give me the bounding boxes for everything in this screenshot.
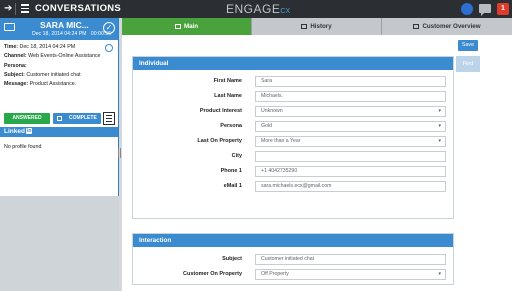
individual-panel: Individual First Name Sara Last Name Mic… <box>132 56 454 219</box>
subject-input[interactable]: Customer initiated chat <box>255 254 446 265</box>
field-row-persona: Persona Gold <box>133 121 453 132</box>
first-name-label: First Name <box>213 78 242 84</box>
chat-icon <box>4 23 15 31</box>
phone-label: Phone 1 <box>220 168 242 174</box>
interaction-panel-title: Interaction <box>133 234 453 247</box>
panel-resize-handle[interactable] <box>118 148 121 158</box>
user-status-avatar[interactable] <box>461 3 473 15</box>
interaction-panel: Interaction Subject Customer initiated c… <box>132 233 454 285</box>
first-name-input[interactable]: Sara <box>255 76 446 87</box>
field-row-first-name: First Name Sara <box>133 76 453 87</box>
email-label: eMail 1 <box>223 183 242 189</box>
field-row-city: City <box>133 151 453 162</box>
individual-panel-title: Individual <box>133 57 453 70</box>
conversation-sidebar: SARA MIC... Dec 18, 2014 04:24 PM 00:00:… <box>0 18 121 291</box>
city-label: City <box>231 153 242 159</box>
app-title: CONVERSATIONS <box>35 3 122 14</box>
tab-main[interactable]: Main <box>122 18 251 35</box>
field-row-subject: Subject Customer initiated chat <box>133 254 453 265</box>
product-interest-select[interactable]: Unknown <box>255 106 446 117</box>
field-row-phone: Phone 1 +1 4042735290 <box>133 166 453 177</box>
conversation-card[interactable]: SARA MIC... Dec 18, 2014 04:24 PM 00:00:… <box>0 18 119 196</box>
answered-button[interactable]: ANSWERED <box>4 113 50 124</box>
persona-label: Persona <box>220 123 242 129</box>
conversation-details: Time: Dec 18, 2014 04:24 PM Channel: Web… <box>4 43 114 89</box>
field-row-email: eMail 1 sara.michaels.ecx@gmail.com <box>133 181 453 192</box>
tab-bar: Main History Customer Overview <box>122 18 512 35</box>
notification-badge[interactable]: 1 <box>497 3 509 15</box>
chat-bubble-icon[interactable] <box>479 4 491 16</box>
email-input[interactable]: sara.michaels.ecx@gmail.com <box>255 181 446 192</box>
back-arrow-icon[interactable]: ➔ <box>4 3 12 15</box>
check-circle-icon[interactable]: ✓ <box>103 22 115 34</box>
main-content: Main History Customer Overview Save Find… <box>122 18 512 291</box>
subject-label: Subject <box>222 256 242 262</box>
tab-customer-overview[interactable]: Customer Overview <box>381 18 512 35</box>
hamburger-menu-icon[interactable] <box>21 4 29 13</box>
tab-history[interactable]: History <box>251 18 381 35</box>
field-row-last-on-property: Last On Property More than a Year <box>133 136 453 147</box>
last-name-label: Last Name <box>214 93 242 99</box>
top-bar: ➔ CONVERSATIONS ENGAGECX 1 <box>0 0 512 18</box>
last-on-property-select[interactable]: More than a Year <box>255 136 446 147</box>
last-on-property-label: Last On Property <box>197 138 242 144</box>
product-interest-label: Product Interest <box>199 108 242 114</box>
calendar-icon <box>57 116 62 121</box>
field-row-product-interest: Product Interest Unknown <box>133 106 453 117</box>
save-button[interactable]: Save <box>458 40 478 51</box>
form-icon <box>174 24 181 29</box>
history-icon <box>301 24 308 29</box>
divider <box>15 3 16 15</box>
detail-time: Time: Dec 18, 2014 04:24 PM <box>4 44 76 50</box>
customer-on-property-select[interactable]: Off Property <box>255 269 446 280</box>
more-options-button[interactable] <box>103 112 115 125</box>
overview-icon <box>413 24 420 29</box>
phone-input[interactable]: +1 4042735290 <box>255 166 446 177</box>
detail-channel: Channel: Web Events-Online Assistance <box>4 53 101 60</box>
linkedin-empty-text: No profile found <box>4 144 42 150</box>
field-row-customer-on-property: Customer On Property Off Property <box>133 269 453 280</box>
linkedin-header: Linked in <box>0 127 118 137</box>
customer-on-property-label: Customer On Property <box>183 271 242 277</box>
field-row-last-name: Last Name Michaels. <box>133 91 453 102</box>
detail-subject: Subject: Customer initiated chat <box>4 71 81 78</box>
linkedin-icon: in <box>25 128 33 134</box>
city-input[interactable] <box>255 151 446 162</box>
find-button[interactable]: Find <box>456 56 480 72</box>
complete-button[interactable]: COMPLETE <box>53 113 101 124</box>
customer-name: SARA MIC... <box>40 20 89 30</box>
conversation-timestamp: Dec 18, 2014 04:24 PM 00:00:56 <box>32 31 112 37</box>
detail-persona: Persona: <box>4 62 27 69</box>
last-name-input[interactable]: Michaels. <box>255 91 446 102</box>
conversation-card-header: SARA MIC... Dec 18, 2014 04:24 PM 00:00:… <box>0 18 118 40</box>
detail-message: Message: Product Assistance. <box>4 81 77 88</box>
persona-select[interactable]: Gold <box>255 121 446 132</box>
